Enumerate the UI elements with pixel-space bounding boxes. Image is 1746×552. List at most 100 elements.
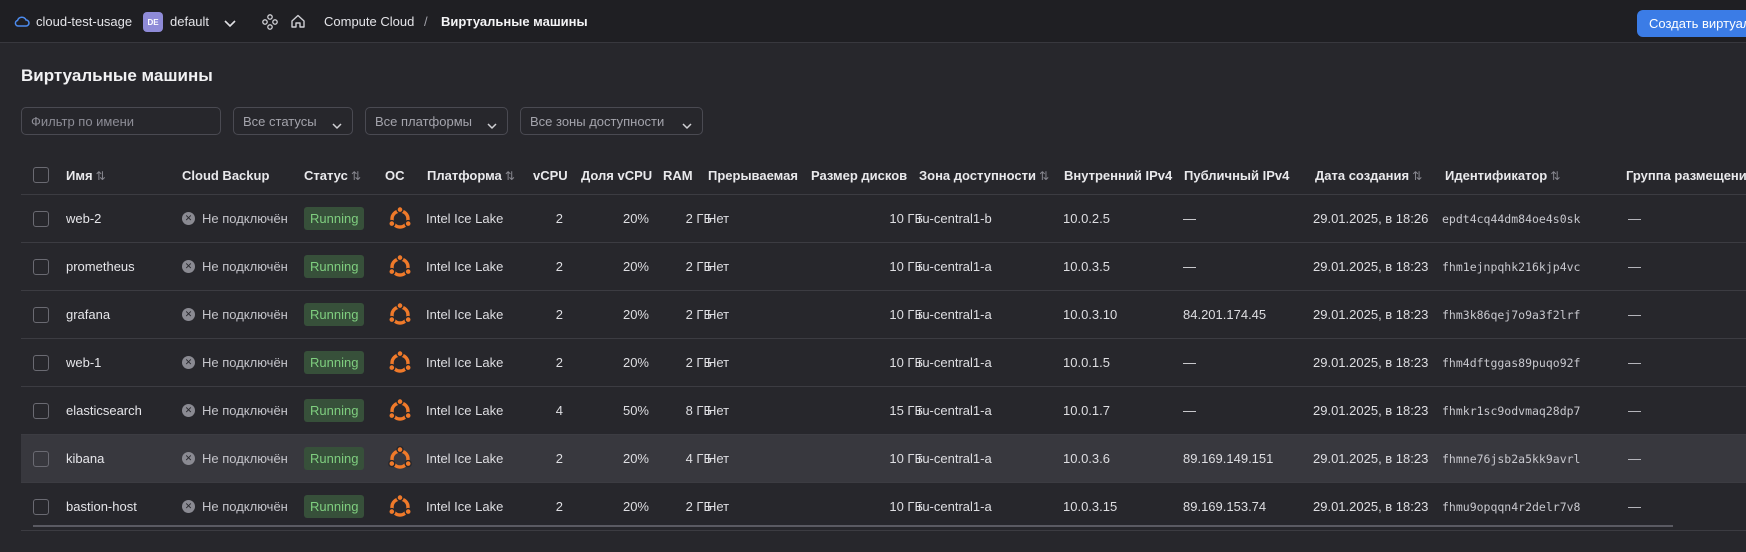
zone-cell: ru-central1-a: [918, 499, 992, 514]
row-checkbox[interactable]: [33, 403, 49, 419]
column-header-zone[interactable]: Зона доступности ⇅: [919, 168, 1049, 183]
vcpu-cell: 2: [555, 451, 563, 466]
vm-name-link[interactable]: bastion-host: [66, 499, 137, 514]
name-filter-placeholder: Фильтр по имени: [31, 114, 135, 129]
public-ip-cell: —: [1183, 355, 1196, 370]
ubuntu-icon: [387, 493, 413, 523]
ram-cell: 2 ГБ: [685, 499, 712, 514]
platform-cell: Intel Ice Lake: [426, 355, 504, 370]
page-title: Виртуальные машины: [21, 66, 213, 85]
horizontal-scrollbar[interactable]: [33, 525, 1673, 527]
column-header-id[interactable]: Идентификатор ⇅: [1445, 168, 1560, 183]
column-header-backup: Cloud Backup: [182, 168, 270, 183]
vm-name-link[interactable]: elasticsearch: [66, 403, 142, 418]
chevron-down-icon[interactable]: [224, 16, 236, 31]
sort-icon[interactable]: ⇅: [1550, 169, 1560, 183]
ubuntu-icon: [387, 445, 413, 475]
table-row[interactable]: kibana ✕ Не подключён Running Intel Ice Lake…: [21, 435, 1746, 483]
column-header-status[interactable]: Статус ⇅: [304, 168, 361, 183]
preemptible-cell: Нет: [707, 451, 730, 466]
preemptible-cell: Нет: [707, 211, 730, 226]
sort-icon[interactable]: ⇅: [96, 169, 106, 183]
table-row[interactable]: prometheus ✕ Не подключён Running Intel Ice …: [21, 243, 1746, 291]
row-checkbox[interactable]: [33, 451, 49, 467]
zone-cell: ru-central1-a: [918, 451, 992, 466]
sort-icon[interactable]: ⇅: [505, 169, 515, 183]
zone-cell: ru-central1-b: [918, 211, 992, 226]
table-row[interactable]: grafana ✕ Не подключён Running Intel Ice Lak…: [21, 291, 1746, 339]
table-row[interactable]: web-1 ✕ Не подключён Running Intel Ice Lake 2…: [21, 339, 1746, 387]
ubuntu-icon: [387, 205, 413, 235]
platform-filter-select[interactable]: Все платформы: [365, 107, 508, 135]
vm-id-cell: fhmne76jsb2a5kk9avrl: [1442, 452, 1581, 466]
table-row[interactable]: bastion-host ✕ Не подключён Running Intel Ic…: [21, 483, 1746, 531]
created-date-cell: 29.01.2025, в 18:23: [1313, 307, 1429, 322]
vm-id-cell: epdt4cq44dm84oe4s0sk: [1442, 212, 1581, 226]
backup-status: ✕ Не подключён: [182, 259, 288, 274]
column-header-name[interactable]: Имя ⇅: [66, 168, 106, 183]
home-icon[interactable]: [290, 13, 306, 32]
created-date-cell: 29.01.2025, в 18:26: [1313, 211, 1429, 226]
column-header-created[interactable]: Дата создания ⇅: [1315, 168, 1422, 183]
ram-cell: 2 ГБ: [685, 307, 712, 322]
column-header-platform[interactable]: Платформа ⇅: [427, 168, 515, 183]
row-checkbox[interactable]: [33, 211, 49, 227]
placement-group-cell: —: [1628, 451, 1641, 466]
disconnected-icon: ✕: [182, 308, 195, 321]
name-filter-input[interactable]: Фильтр по имени: [21, 107, 221, 135]
sort-icon[interactable]: ⇅: [351, 169, 361, 183]
preemptible-cell: Нет: [707, 403, 730, 418]
vm-name-link[interactable]: web-1: [66, 355, 101, 370]
vm-name-link[interactable]: prometheus: [66, 259, 135, 274]
zone-filter-select[interactable]: Все зоны доступности: [520, 107, 703, 135]
created-date-cell: 29.01.2025, в 18:23: [1313, 451, 1429, 466]
vm-name-link[interactable]: web-2: [66, 211, 101, 226]
breadcrumb-compute-cloud[interactable]: Compute Cloud: [324, 14, 414, 29]
public-ip-cell: —: [1183, 211, 1196, 226]
folder-avatar: DE: [143, 12, 163, 32]
platform-cell: Intel Ice Lake: [426, 307, 504, 322]
status-filter-select[interactable]: Все статусы: [233, 107, 353, 135]
disconnected-icon: ✕: [182, 452, 195, 465]
vcpu-cell: 2: [555, 499, 563, 514]
create-vm-button[interactable]: Создать виртуальную машину: [1637, 10, 1746, 37]
backup-label: Не подключён: [202, 499, 288, 514]
vm-name-link[interactable]: kibana: [66, 451, 104, 466]
services-icon[interactable]: [262, 14, 278, 33]
vcpu-cell: 2: [555, 259, 563, 274]
select-all-checkbox[interactable]: [33, 167, 49, 183]
row-checkbox[interactable]: [33, 259, 49, 275]
public-ip-cell: —: [1183, 259, 1196, 274]
status-badge: Running: [304, 351, 365, 374]
row-checkbox[interactable]: [33, 499, 49, 515]
disk-size-cell: 15 ГБ: [889, 403, 923, 418]
table-row[interactable]: web-2 ✕ Не подключён Running Intel Ice Lake 2…: [21, 195, 1746, 243]
sort-icon[interactable]: ⇅: [1412, 169, 1422, 183]
chevron-down-icon: [682, 118, 692, 133]
backup-status: ✕ Не подключён: [182, 355, 288, 370]
column-header-vcpu-share: Доля vCPU: [581, 168, 653, 183]
disconnected-icon: ✕: [182, 212, 195, 225]
created-date-cell: 29.01.2025, в 18:23: [1313, 403, 1429, 418]
preemptible-cell: Нет: [707, 259, 730, 274]
platform-cell: Intel Ice Lake: [426, 403, 504, 418]
internal-ip-cell: 10.0.3.6: [1063, 451, 1110, 466]
platform-cell: Intel Ice Lake: [426, 451, 504, 466]
sort-icon[interactable]: ⇅: [1039, 169, 1049, 183]
disk-size-cell: 10 ГБ: [889, 499, 923, 514]
row-checkbox[interactable]: [33, 307, 49, 323]
ram-cell: 2 ГБ: [685, 211, 712, 226]
row-checkbox[interactable]: [33, 355, 49, 371]
cloud-selector[interactable]: cloud-test-usage: [36, 14, 132, 29]
vm-name-link[interactable]: grafana: [66, 307, 110, 322]
folder-selector[interactable]: default: [170, 14, 209, 29]
disconnected-icon: ✕: [182, 404, 195, 417]
vm-id-cell: fhm1ejnpqhk216kjp4vc: [1442, 260, 1581, 274]
chevron-down-icon: [487, 118, 497, 133]
breadcrumb-separator: /: [424, 14, 428, 29]
column-label: Платформа: [427, 168, 502, 183]
disk-size-cell: 10 ГБ: [889, 451, 923, 466]
table-row[interactable]: elasticsearch ✕ Не подключён Running Intel I…: [21, 387, 1746, 435]
chevron-down-icon: [332, 118, 342, 133]
column-header-public-ip: Публичный IPv4: [1184, 168, 1290, 183]
